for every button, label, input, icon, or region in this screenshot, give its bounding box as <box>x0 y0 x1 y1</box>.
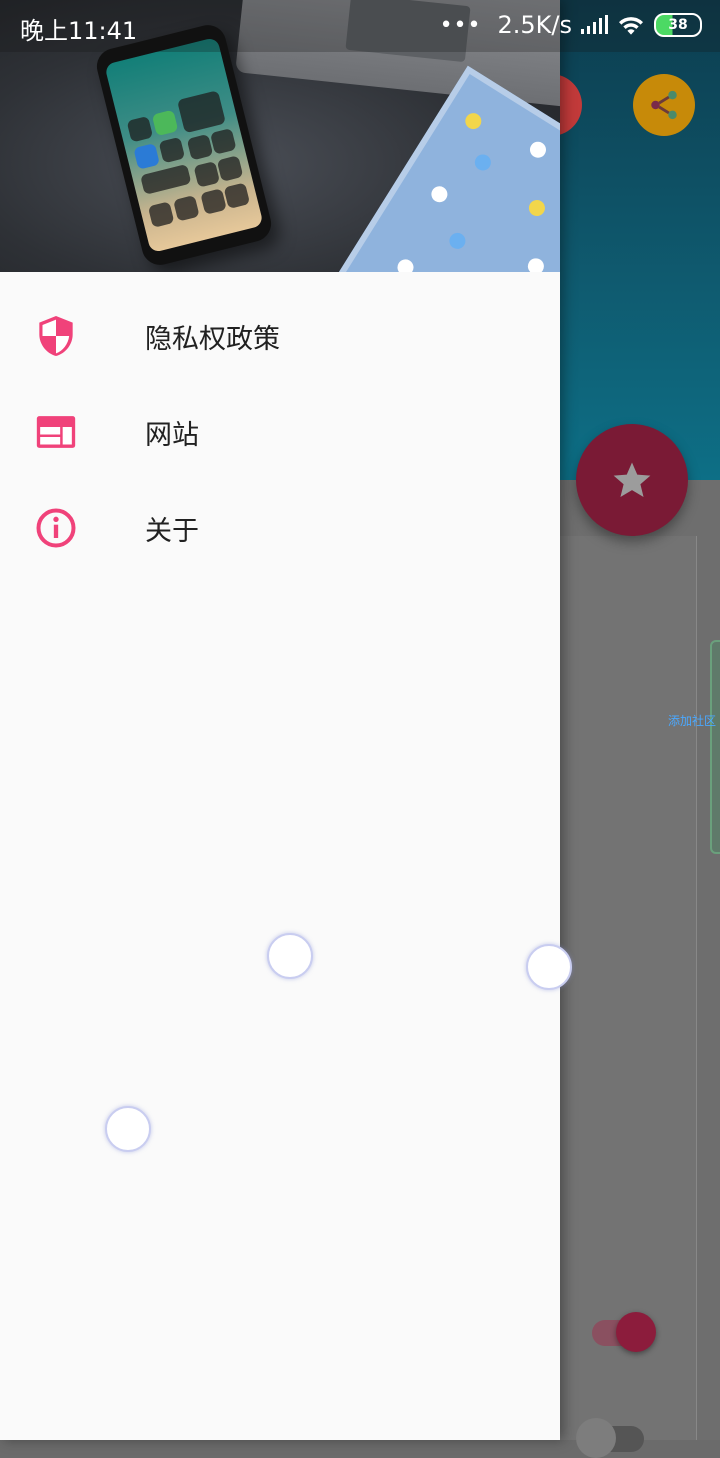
menu-item-label: 隐私权政策 <box>145 323 280 355</box>
touch-indicator <box>105 1106 151 1152</box>
more-notifications-icon: ••• <box>439 12 482 38</box>
status-time: 晚上11:41 <box>20 17 138 45</box>
web-icon <box>36 412 76 452</box>
share-icon <box>651 90 677 120</box>
background-card <box>560 536 697 1440</box>
star-icon <box>613 462 651 497</box>
drawer-menu: 隐私权政策 网站 关于 <box>0 288 560 576</box>
background-toggle2-knob <box>576 1418 616 1458</box>
status-icons: ••• 2.5K/s 38 <box>440 11 702 39</box>
signal-icon <box>581 15 608 34</box>
navigation-drawer: 隐私权政策 网站 关于 <box>0 0 560 1440</box>
shield-icon <box>36 316 76 356</box>
menu-item-privacy-policy[interactable]: 隐私权政策 <box>0 288 560 384</box>
status-bar: 晚上11:41 ••• 2.5K/s 38 <box>0 0 720 52</box>
background-toggle-knob <box>616 1312 656 1352</box>
touch-indicator <box>526 944 572 990</box>
menu-item-label: 网站 <box>145 419 199 451</box>
wifi-icon <box>619 17 643 35</box>
battery-indicator: 38 <box>654 13 702 37</box>
favorite-fab <box>576 424 688 536</box>
touch-indicator <box>267 933 313 979</box>
menu-item-label: 关于 <box>145 515 199 547</box>
background-share-button <box>633 74 695 136</box>
background-side-tab <box>710 640 720 854</box>
battery-level: 38 <box>668 17 688 33</box>
menu-item-website[interactable]: 网站 <box>0 384 560 480</box>
menu-item-about[interactable]: 关于 <box>0 480 560 576</box>
info-icon <box>36 508 76 548</box>
network-speed: 2.5K/s <box>497 11 573 39</box>
background-link-text: 添加社区 <box>668 714 717 728</box>
